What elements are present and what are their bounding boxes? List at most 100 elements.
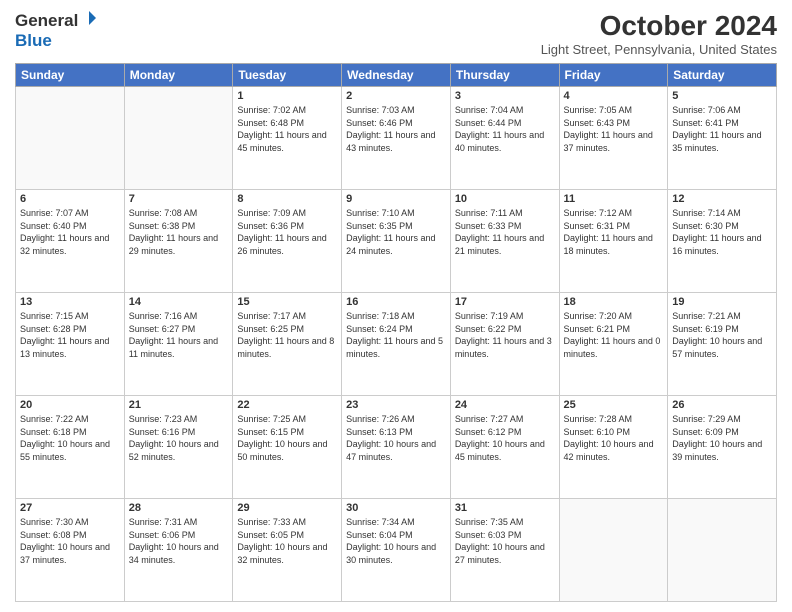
day-number: 18 — [564, 296, 664, 308]
day-number: 9 — [346, 193, 446, 205]
calendar-cell: 24 Sunrise: 7:27 AM Sunset: 6:12 PM Dayli… — [450, 396, 559, 499]
header: General Blue October 2024 Light Street, … — [15, 10, 777, 57]
calendar-cell: 15 Sunrise: 7:17 AM Sunset: 6:25 PM Dayli… — [233, 293, 342, 396]
day-number: 2 — [346, 90, 446, 102]
day-info: Sunrise: 7:09 AM Sunset: 6:36 PM Dayligh… — [237, 207, 337, 257]
day-number: 15 — [237, 296, 337, 308]
day-number: 6 — [20, 193, 120, 205]
day-info: Sunrise: 7:16 AM Sunset: 6:27 PM Dayligh… — [129, 310, 229, 360]
calendar-cell: 29Sunrise: 7:33 AM Sunset: 6:05 PM Dayli… — [233, 499, 342, 602]
day-info: Sunrise: 7:28 AM Sunset: 6:10 PM Dayligh… — [564, 413, 664, 463]
day-info: Sunrise: 7:07 AM Sunset: 6:40 PM Dayligh… — [20, 207, 120, 257]
day-info: Sunrise: 7:29 AM Sunset: 6:09 PM Dayligh… — [672, 413, 772, 463]
day-info: Sunrise: 7:20 AM Sunset: 6:21 PM Dayligh… — [564, 310, 664, 360]
day-info: Sunrise: 7:04 AM Sunset: 6:44 PM Dayligh… — [455, 104, 555, 154]
calendar-cell: 1 Sunrise: 7:02 AM Sunset: 6:48 PM Daylig… — [233, 87, 342, 190]
calendar-week-5: 27 Sunrise: 7:30 AM Sunset: 6:08 PM Dayli… — [16, 499, 777, 602]
calendar-cell: 12Sunrise: 7:14 AM Sunset: 6:30 PM Dayli… — [668, 190, 777, 293]
calendar-cell: 4 Sunrise: 7:05 AM Sunset: 6:43 PM Daylig… — [559, 87, 668, 190]
calendar-table: SundayMondayTuesdayWednesdayThursdayFrid… — [15, 63, 777, 602]
calendar-cell: 25Sunrise: 7:28 AM Sunset: 6:10 PM Dayli… — [559, 396, 668, 499]
calendar-cell — [16, 87, 125, 190]
calendar-cell: 6 Sunrise: 7:07 AM Sunset: 6:40 PM Daylig… — [16, 190, 125, 293]
calendar-cell: 28Sunrise: 7:31 AM Sunset: 6:06 PM Dayli… — [124, 499, 233, 602]
day-number: 20 — [20, 399, 120, 411]
day-info: Sunrise: 7:08 AM Sunset: 6:38 PM Dayligh… — [129, 207, 229, 257]
day-info: Sunrise: 7:26 AM Sunset: 6:13 PM Dayligh… — [346, 413, 446, 463]
day-number: 8 — [237, 193, 337, 205]
logo-general-text: General — [15, 11, 78, 31]
day-number: 30 — [346, 502, 446, 514]
day-of-week-monday: Monday — [124, 64, 233, 87]
day-number: 27 — [20, 502, 120, 514]
day-info: Sunrise: 7:06 AM Sunset: 6:41 PM Dayligh… — [672, 104, 772, 154]
logo-flag-icon — [81, 10, 97, 31]
day-number: 1 — [237, 90, 337, 102]
calendar-cell: 3Sunrise: 7:04 AM Sunset: 6:44 PM Daylig… — [450, 87, 559, 190]
day-of-week-wednesday: Wednesday — [342, 64, 451, 87]
title-area: October 2024 Light Street, Pennsylvania,… — [541, 10, 777, 57]
day-number: 13 — [20, 296, 120, 308]
calendar-week-4: 20 Sunrise: 7:22 AM Sunset: 6:18 PM Dayli… — [16, 396, 777, 499]
day-info: Sunrise: 7:11 AM Sunset: 6:33 PM Dayligh… — [455, 207, 555, 257]
month-title: October 2024 — [541, 10, 777, 42]
calendar-cell: 30Sunrise: 7:34 AM Sunset: 6:04 PM Dayli… — [342, 499, 451, 602]
calendar-week-2: 6 Sunrise: 7:07 AM Sunset: 6:40 PM Daylig… — [16, 190, 777, 293]
day-number: 26 — [672, 399, 772, 411]
day-of-week-tuesday: Tuesday — [233, 64, 342, 87]
day-info: Sunrise: 7:17 AM Sunset: 6:25 PM Dayligh… — [237, 310, 337, 360]
calendar-cell: 20 Sunrise: 7:22 AM Sunset: 6:18 PM Dayli… — [16, 396, 125, 499]
day-info: Sunrise: 7:31 AM Sunset: 6:06 PM Dayligh… — [129, 516, 229, 566]
day-info: Sunrise: 7:22 AM Sunset: 6:18 PM Dayligh… — [20, 413, 120, 463]
calendar-cell: 11Sunrise: 7:12 AM Sunset: 6:31 PM Dayli… — [559, 190, 668, 293]
day-of-week-friday: Friday — [559, 64, 668, 87]
logo-blue-text: Blue — [15, 31, 52, 51]
calendar-cell: 22 Sunrise: 7:25 AM Sunset: 6:15 PM Dayli… — [233, 396, 342, 499]
day-of-week-sunday: Sunday — [16, 64, 125, 87]
day-of-week-thursday: Thursday — [450, 64, 559, 87]
day-number: 16 — [346, 296, 446, 308]
day-number: 31 — [455, 502, 555, 514]
calendar-cell: 19Sunrise: 7:21 AM Sunset: 6:19 PM Dayli… — [668, 293, 777, 396]
calendar-cell — [124, 87, 233, 190]
calendar-cell: 16 Sunrise: 7:18 AM Sunset: 6:24 PM Dayli… — [342, 293, 451, 396]
day-info: Sunrise: 7:27 AM Sunset: 6:12 PM Dayligh… — [455, 413, 555, 463]
calendar-cell: 9 Sunrise: 7:10 AM Sunset: 6:35 PM Daylig… — [342, 190, 451, 293]
day-info: Sunrise: 7:10 AM Sunset: 6:35 PM Dayligh… — [346, 207, 446, 257]
day-info: Sunrise: 7:12 AM Sunset: 6:31 PM Dayligh… — [564, 207, 664, 257]
calendar-cell — [668, 499, 777, 602]
calendar-cell: 18 Sunrise: 7:20 AM Sunset: 6:21 PM Dayli… — [559, 293, 668, 396]
day-info: Sunrise: 7:19 AM Sunset: 6:22 PM Dayligh… — [455, 310, 555, 360]
day-number: 4 — [564, 90, 664, 102]
day-number: 5 — [672, 90, 772, 102]
calendar-cell: 10 Sunrise: 7:11 AM Sunset: 6:33 PM Dayli… — [450, 190, 559, 293]
calendar-cell: 31 Sunrise: 7:35 AM Sunset: 6:03 PM Dayli… — [450, 499, 559, 602]
day-info: Sunrise: 7:33 AM Sunset: 6:05 PM Dayligh… — [237, 516, 337, 566]
calendar-cell: 2Sunrise: 7:03 AM Sunset: 6:46 PM Daylig… — [342, 87, 451, 190]
day-info: Sunrise: 7:18 AM Sunset: 6:24 PM Dayligh… — [346, 310, 446, 360]
calendar-cell: 13 Sunrise: 7:15 AM Sunset: 6:28 PM Dayli… — [16, 293, 125, 396]
logo: General Blue — [15, 10, 97, 51]
day-info: Sunrise: 7:35 AM Sunset: 6:03 PM Dayligh… — [455, 516, 555, 566]
day-number: 24 — [455, 399, 555, 411]
day-number: 22 — [237, 399, 337, 411]
calendar-header-row: SundayMondayTuesdayWednesdayThursdayFrid… — [16, 64, 777, 87]
page: General Blue October 2024 Light Street, … — [0, 0, 792, 612]
day-info: Sunrise: 7:30 AM Sunset: 6:08 PM Dayligh… — [20, 516, 120, 566]
calendar-cell: 7 Sunrise: 7:08 AM Sunset: 6:38 PM Daylig… — [124, 190, 233, 293]
day-number: 7 — [129, 193, 229, 205]
day-info: Sunrise: 7:05 AM Sunset: 6:43 PM Dayligh… — [564, 104, 664, 154]
calendar-week-3: 13 Sunrise: 7:15 AM Sunset: 6:28 PM Dayli… — [16, 293, 777, 396]
day-info: Sunrise: 7:21 AM Sunset: 6:19 PM Dayligh… — [672, 310, 772, 360]
day-info: Sunrise: 7:15 AM Sunset: 6:28 PM Dayligh… — [20, 310, 120, 360]
day-info: Sunrise: 7:25 AM Sunset: 6:15 PM Dayligh… — [237, 413, 337, 463]
day-number: 10 — [455, 193, 555, 205]
day-info: Sunrise: 7:02 AM Sunset: 6:48 PM Dayligh… — [237, 104, 337, 154]
calendar-cell: 26 Sunrise: 7:29 AM Sunset: 6:09 PM Dayli… — [668, 396, 777, 499]
calendar-week-1: 1 Sunrise: 7:02 AM Sunset: 6:48 PM Daylig… — [16, 87, 777, 190]
calendar-cell: 23Sunrise: 7:26 AM Sunset: 6:13 PM Dayli… — [342, 396, 451, 499]
day-of-week-saturday: Saturday — [668, 64, 777, 87]
day-number: 21 — [129, 399, 229, 411]
calendar-cell: 17Sunrise: 7:19 AM Sunset: 6:22 PM Dayli… — [450, 293, 559, 396]
calendar-cell: 8 Sunrise: 7:09 AM Sunset: 6:36 PM Daylig… — [233, 190, 342, 293]
